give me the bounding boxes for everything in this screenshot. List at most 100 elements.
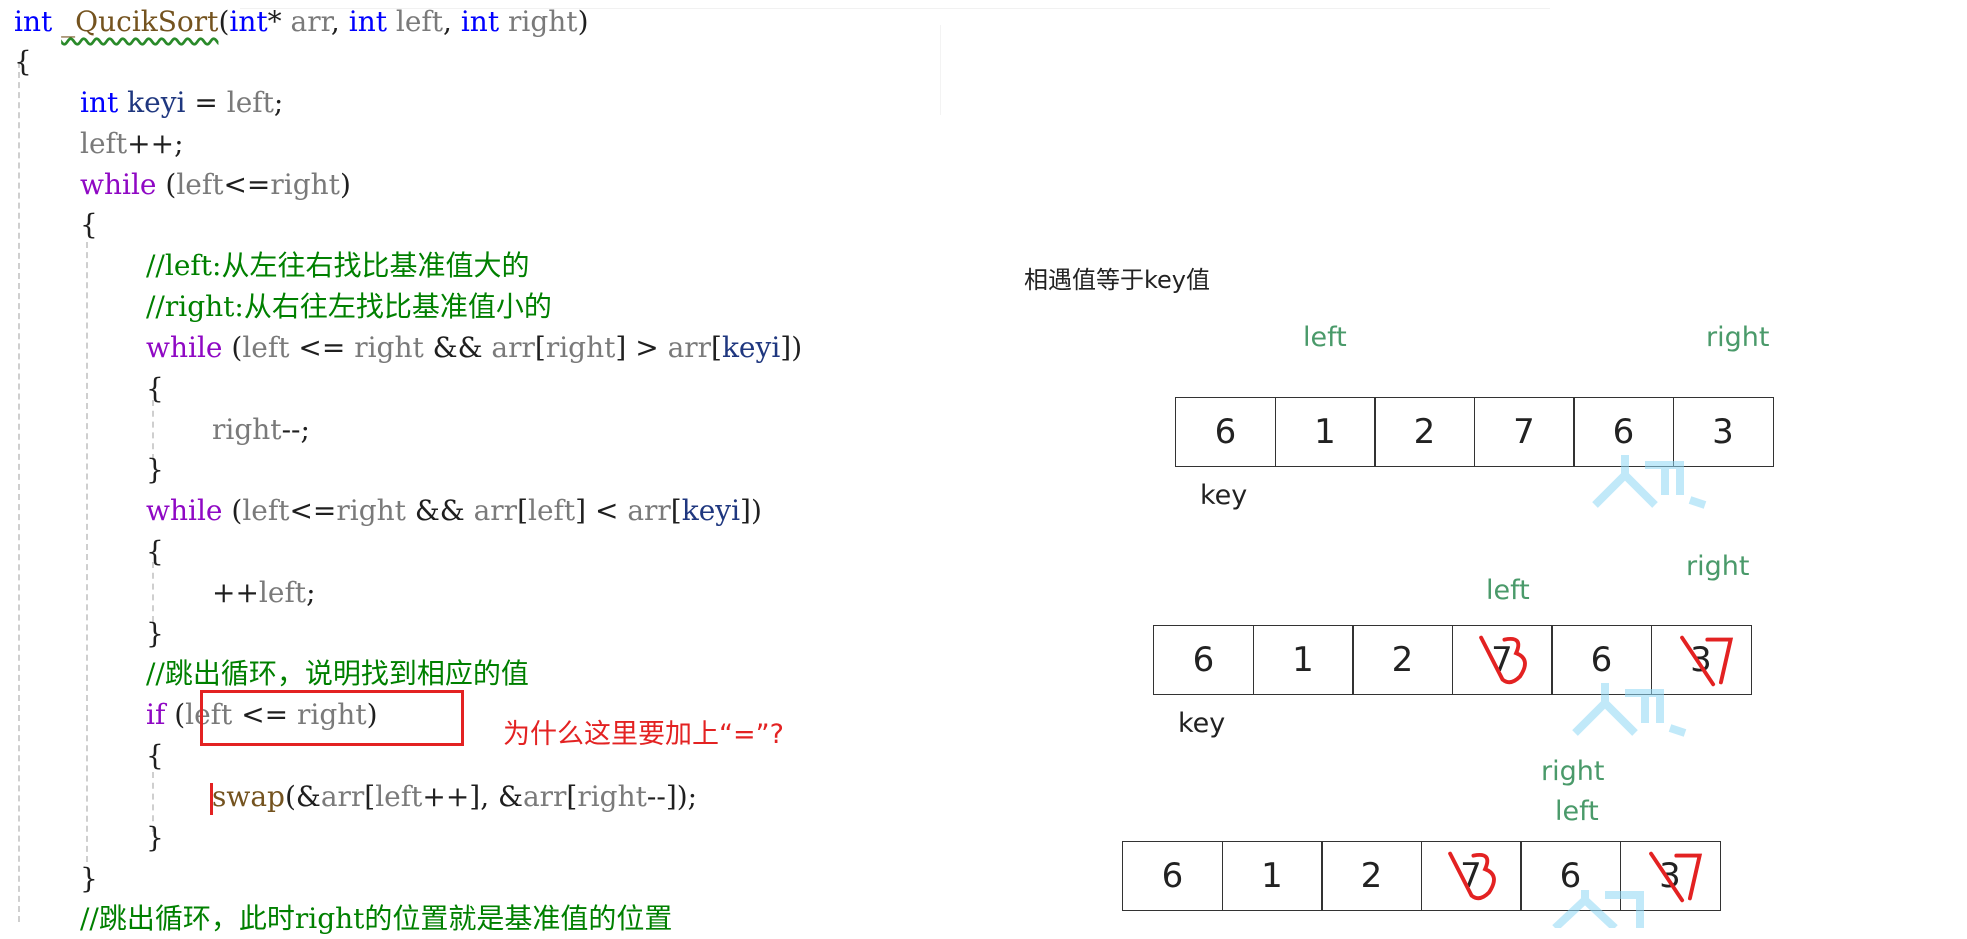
array-cell: 6 (1153, 625, 1254, 695)
code-token: arr (290, 5, 331, 38)
code-token: int (460, 5, 500, 38)
code-line[interactable]: { (146, 532, 164, 572)
code-token: ) (339, 168, 351, 201)
code-token: ; (273, 86, 284, 119)
code-token: while (80, 168, 157, 201)
code-line[interactable]: right--; (212, 410, 310, 450)
code-token: [ (670, 494, 682, 527)
code-token: --]); (646, 780, 698, 813)
watermark-icon (1572, 683, 1687, 737)
indent-guide (86, 242, 88, 862)
code-line[interactable]: int keyi = left; (80, 83, 283, 123)
code-token: [ (711, 331, 722, 364)
code-token: , (330, 5, 349, 38)
code-token: right (270, 168, 340, 201)
code-token: } (146, 617, 164, 650)
code-token: } (146, 821, 164, 854)
code-token: int (80, 86, 119, 119)
code-token: , (443, 5, 461, 38)
code-token: left (176, 168, 224, 201)
code-line[interactable]: { (14, 42, 32, 82)
code-token: right (212, 413, 282, 446)
array-cell-value: 2 (1391, 640, 1414, 680)
code-line[interactable]: int _QucikSort(int* arr, int left, int r… (14, 2, 589, 42)
code-token: arr (522, 780, 567, 813)
code-token: left (375, 780, 423, 813)
code-token: ; (306, 576, 316, 609)
code-line[interactable]: } (80, 859, 98, 899)
diagram-title: 相遇值等于key值 (1024, 266, 1211, 294)
array-cell-value: 7 (1491, 640, 1513, 680)
code-line[interactable]: { (80, 205, 98, 245)
array-cell: 6 (1175, 397, 1276, 467)
text-cursor (210, 783, 213, 815)
code-line[interactable]: } (146, 614, 164, 654)
array-cell: 1 (1221, 841, 1323, 911)
pointer-right-label: right (1706, 322, 1770, 353)
watermark-icon (1592, 455, 1707, 509)
code-line[interactable]: swap(&arr[left++], &arr[right--]); (212, 777, 697, 817)
code-token: left (80, 127, 128, 160)
code-token: left (258, 576, 307, 609)
array-cell-value: 6 (1214, 412, 1237, 452)
code-token: right (354, 331, 424, 364)
code-token: arr (491, 331, 535, 364)
code-token: ++; (127, 127, 184, 160)
code-line[interactable]: left++; (80, 124, 184, 164)
code-line[interactable]: ++left; (212, 573, 316, 613)
code-token: arr (320, 780, 365, 813)
array-cell-value: 1 (1314, 412, 1336, 452)
pointer-left-label: left (1486, 575, 1530, 606)
code-token: [ (566, 780, 578, 813)
pointer-left-label: left (1555, 796, 1599, 827)
code-line[interactable]: //right:从右往左找比基准值小的 (146, 287, 552, 327)
code-token: * (267, 5, 291, 38)
code-token: arr (667, 331, 712, 364)
code-token: ++], & (422, 780, 523, 813)
array-cell: 2 (1321, 841, 1422, 911)
code-line[interactable]: //跳出循环，此时right的位置就是基准值的位置 (80, 899, 672, 939)
array-cell-value: 1 (1292, 640, 1314, 680)
array-cell-value: 6 (1590, 640, 1613, 680)
key-label: key (1200, 480, 1248, 511)
key-label: key (1178, 708, 1226, 739)
code-token: keyi (681, 494, 741, 527)
pointer-left-label: left (1303, 322, 1347, 353)
code-token: if (146, 698, 166, 731)
code-token: _QucikSort (61, 5, 219, 38)
code-editor[interactable]: int _QucikSort(int* arr, int left, int r… (0, 0, 1550, 935)
code-token: [ (534, 331, 546, 364)
array-cell-value: 1 (1261, 856, 1283, 896)
code-token: //left:从左往右找比基准值大的 (146, 249, 530, 282)
code-token: { (146, 739, 164, 772)
code-line[interactable]: { (146, 736, 164, 776)
pointer-right-label: right (1686, 551, 1750, 582)
code-token: int (229, 5, 268, 38)
code-line[interactable]: while (left<=right && arr[left] < arr[ke… (146, 491, 762, 531)
code-token: { (146, 535, 164, 568)
code-token: swap (212, 780, 285, 813)
code-token: ]) (780, 331, 803, 364)
code-token: right (577, 780, 647, 813)
code-token: right (508, 5, 578, 38)
code-line[interactable]: //left:从左往右找比基准值大的 (146, 246, 529, 286)
code-token: ++ (212, 576, 259, 609)
code-token: <= (289, 494, 337, 527)
array-cell: 7 (1473, 397, 1575, 467)
code-line[interactable]: //跳出循环，说明找到相应的值 (146, 654, 529, 694)
code-line[interactable]: { (146, 369, 164, 409)
code-line[interactable]: while (left<=right) (80, 165, 351, 205)
array-cell: 6 (1122, 841, 1223, 911)
code-line[interactable]: while (left <= right && arr[right] > arr… (146, 328, 802, 368)
code-token: left (395, 5, 444, 38)
array-cell: 2 (1352, 625, 1453, 695)
code-token: left (242, 331, 290, 364)
code-token: //跳出循环，此时right的位置就是基准值的位置 (80, 902, 673, 935)
code-token: left (226, 86, 274, 119)
array-cell: 7 (1451, 625, 1553, 695)
code-line[interactable]: } (146, 450, 164, 490)
code-line[interactable]: } (146, 818, 164, 858)
code-token: { (14, 45, 32, 78)
